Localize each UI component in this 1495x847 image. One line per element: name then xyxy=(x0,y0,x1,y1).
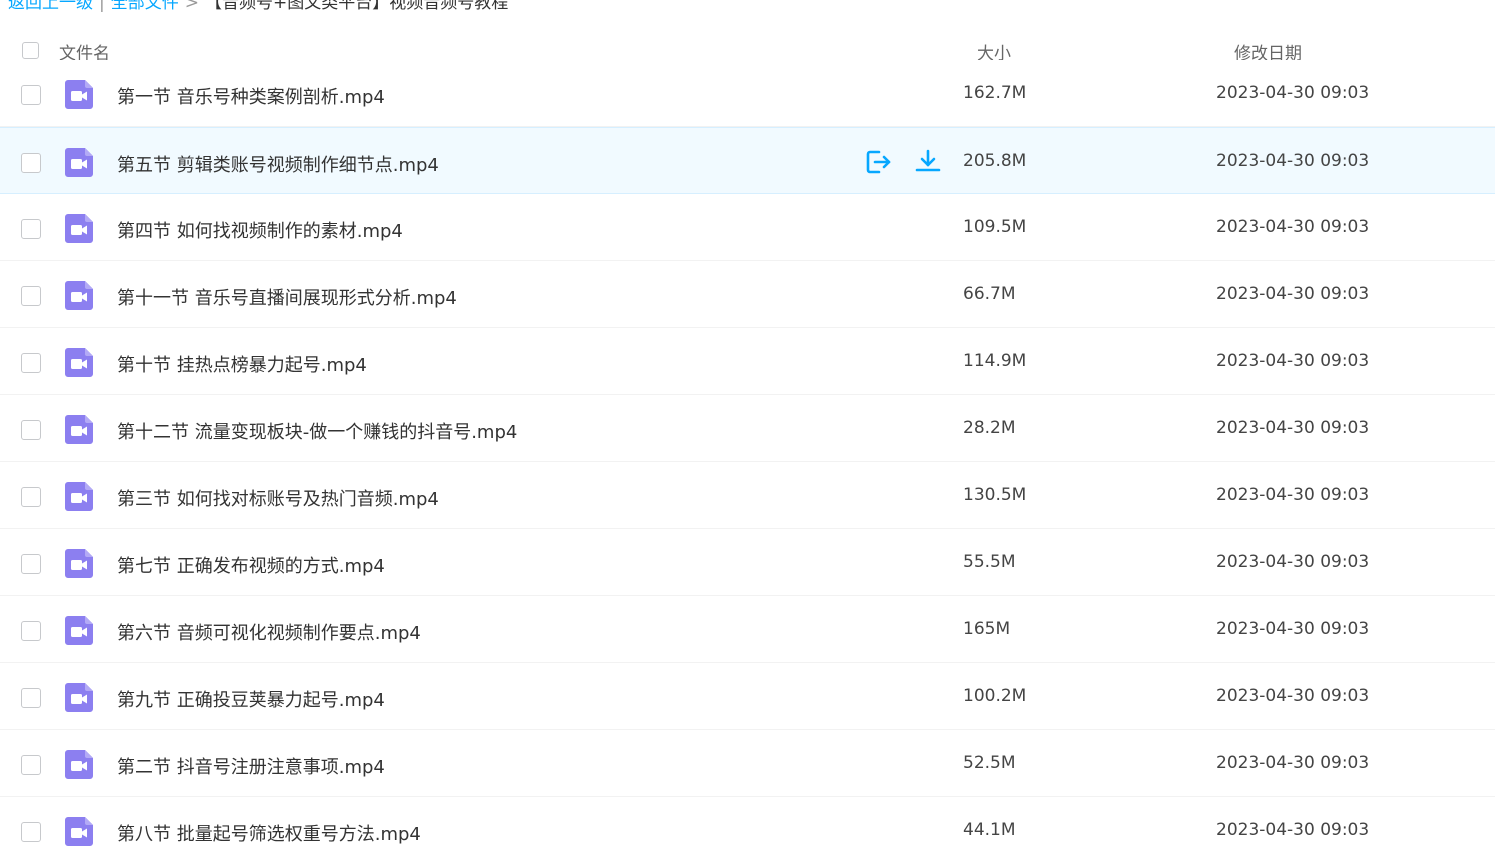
file-row[interactable]: 第三节 如何找对标账号及热门音频.mp4 130.5M 2023-04-30 0… xyxy=(0,462,1495,529)
file-modified-date: 2023-04-30 09:03 xyxy=(1216,418,1370,438)
file-size: 100.2M xyxy=(963,686,1027,706)
row-checkbox[interactable] xyxy=(21,219,41,239)
row-checkbox[interactable] xyxy=(21,822,41,842)
file-row[interactable]: 第五节 剪辑类账号视频制作细节点.mp4 205.8M 2023-04-30 0… xyxy=(0,127,1495,194)
video-file-icon xyxy=(65,750,93,779)
row-checkbox[interactable] xyxy=(21,487,41,507)
row-checkbox[interactable] xyxy=(21,554,41,574)
file-size: 114.9M xyxy=(963,351,1027,371)
file-modified-date: 2023-04-30 09:03 xyxy=(1216,351,1370,371)
file-size: 130.5M xyxy=(963,485,1027,505)
file-size: 28.2M xyxy=(963,418,1016,438)
file-modified-date: 2023-04-30 09:03 xyxy=(1216,753,1370,773)
file-row[interactable]: 第一节 音乐号种类案例剖析.mp4 162.7M 2023-04-30 09:0… xyxy=(0,60,1495,127)
file-size: 44.1M xyxy=(963,820,1016,840)
file-name[interactable]: 第六节 音频可视化视频制作要点.mp4 xyxy=(117,619,421,645)
video-file-icon xyxy=(65,683,93,712)
file-name[interactable]: 第十节 挂热点榜暴力起号.mp4 xyxy=(117,351,367,377)
row-checkbox[interactable] xyxy=(21,755,41,775)
file-name[interactable]: 第四节 如何找视频制作的素材.mp4 xyxy=(117,217,403,243)
video-file-icon xyxy=(65,281,93,310)
file-list: 第一节 音乐号种类案例剖析.mp4 162.7M 2023-04-30 09:0… xyxy=(0,60,1495,847)
video-file-icon xyxy=(65,817,93,846)
file-row[interactable]: 第十一节 音乐号直播间展现形式分析.mp4 66.7M 2023-04-30 0… xyxy=(0,261,1495,328)
file-size: 52.5M xyxy=(963,753,1016,773)
row-checkbox[interactable] xyxy=(21,420,41,440)
file-name[interactable]: 第九节 正确投豆荚暴力起号.mp4 xyxy=(117,686,385,712)
video-file-icon xyxy=(65,214,93,243)
share-icon[interactable] xyxy=(864,148,892,176)
row-checkbox[interactable] xyxy=(21,286,41,306)
file-browser-page: 返回上一级 | 全部文件 > 【音频号+图文类平台】视频音频号教程 文件名 大小 修改日… xyxy=(0,0,1495,847)
breadcrumb-separator: > xyxy=(184,0,199,13)
file-row[interactable]: 第九节 正确投豆荚暴力起号.mp4 100.2M 2023-04-30 09:0… xyxy=(0,663,1495,730)
file-modified-date: 2023-04-30 09:03 xyxy=(1216,217,1370,237)
file-size: 165M xyxy=(963,619,1011,639)
file-row[interactable]: 第七节 正确发布视频的方式.mp4 55.5M 2023-04-30 09:03 xyxy=(0,529,1495,596)
file-row[interactable]: 第八节 批量起号筛选权重号方法.mp4 44.1M 2023-04-30 09:… xyxy=(0,797,1495,847)
file-size: 66.7M xyxy=(963,284,1016,304)
file-name[interactable]: 第三节 如何找对标账号及热门音频.mp4 xyxy=(117,485,439,511)
file-modified-date: 2023-04-30 09:03 xyxy=(1216,284,1370,304)
breadcrumb-current-folder: 【音频号+图文类平台】视频音频号教程 xyxy=(204,0,509,13)
file-row[interactable]: 第六节 音频可视化视频制作要点.mp4 165M 2023-04-30 09:0… xyxy=(0,596,1495,663)
file-name[interactable]: 第十一节 音乐号直播间展现形式分析.mp4 xyxy=(117,284,457,310)
file-name[interactable]: 第一节 音乐号种类案例剖析.mp4 xyxy=(117,83,385,109)
file-size: 55.5M xyxy=(963,552,1016,572)
video-file-icon xyxy=(65,482,93,511)
file-name[interactable]: 第二节 抖音号注册注意事项.mp4 xyxy=(117,753,385,779)
select-all-checkbox[interactable] xyxy=(22,42,39,59)
video-file-icon xyxy=(65,348,93,377)
breadcrumb-back-link[interactable]: 返回上一级 xyxy=(8,0,93,13)
breadcrumb: 返回上一级 | 全部文件 > 【音频号+图文类平台】视频音频号教程 xyxy=(8,0,508,13)
video-file-icon xyxy=(65,616,93,645)
file-name[interactable]: 第八节 批量起号筛选权重号方法.mp4 xyxy=(117,820,421,846)
video-file-icon xyxy=(65,80,93,109)
file-row[interactable]: 第二节 抖音号注册注意事项.mp4 52.5M 2023-04-30 09:03 xyxy=(0,730,1495,797)
file-name[interactable]: 第七节 正确发布视频的方式.mp4 xyxy=(117,552,385,578)
file-modified-date: 2023-04-30 09:03 xyxy=(1216,619,1370,639)
row-checkbox[interactable] xyxy=(21,85,41,105)
download-icon[interactable] xyxy=(914,148,942,176)
file-modified-date: 2023-04-30 09:03 xyxy=(1216,83,1370,103)
row-checkbox[interactable] xyxy=(21,153,41,173)
file-name[interactable]: 第十二节 流量变现板块-做一个赚钱的抖音号.mp4 xyxy=(117,418,517,444)
video-file-icon xyxy=(65,148,93,177)
video-file-icon xyxy=(65,415,93,444)
file-modified-date: 2023-04-30 09:03 xyxy=(1216,485,1370,505)
file-size: 205.8M xyxy=(963,151,1027,171)
file-size: 109.5M xyxy=(963,217,1027,237)
row-checkbox[interactable] xyxy=(21,688,41,708)
file-row[interactable]: 第四节 如何找视频制作的素材.mp4 109.5M 2023-04-30 09:… xyxy=(0,194,1495,261)
file-modified-date: 2023-04-30 09:03 xyxy=(1216,151,1370,171)
file-modified-date: 2023-04-30 09:03 xyxy=(1216,552,1370,572)
breadcrumb-separator: | xyxy=(99,0,105,13)
video-file-icon xyxy=(65,549,93,578)
row-checkbox[interactable] xyxy=(21,621,41,641)
file-size: 162.7M xyxy=(963,83,1027,103)
file-row[interactable]: 第十二节 流量变现板块-做一个赚钱的抖音号.mp4 28.2M 2023-04-… xyxy=(0,395,1495,462)
file-name[interactable]: 第五节 剪辑类账号视频制作细节点.mp4 xyxy=(117,151,439,177)
file-modified-date: 2023-04-30 09:03 xyxy=(1216,686,1370,706)
breadcrumb-all-files-link[interactable]: 全部文件 xyxy=(111,0,179,13)
row-checkbox[interactable] xyxy=(21,353,41,373)
file-modified-date: 2023-04-30 09:03 xyxy=(1216,820,1370,840)
file-row[interactable]: 第十节 挂热点榜暴力起号.mp4 114.9M 2023-04-30 09:03 xyxy=(0,328,1495,395)
